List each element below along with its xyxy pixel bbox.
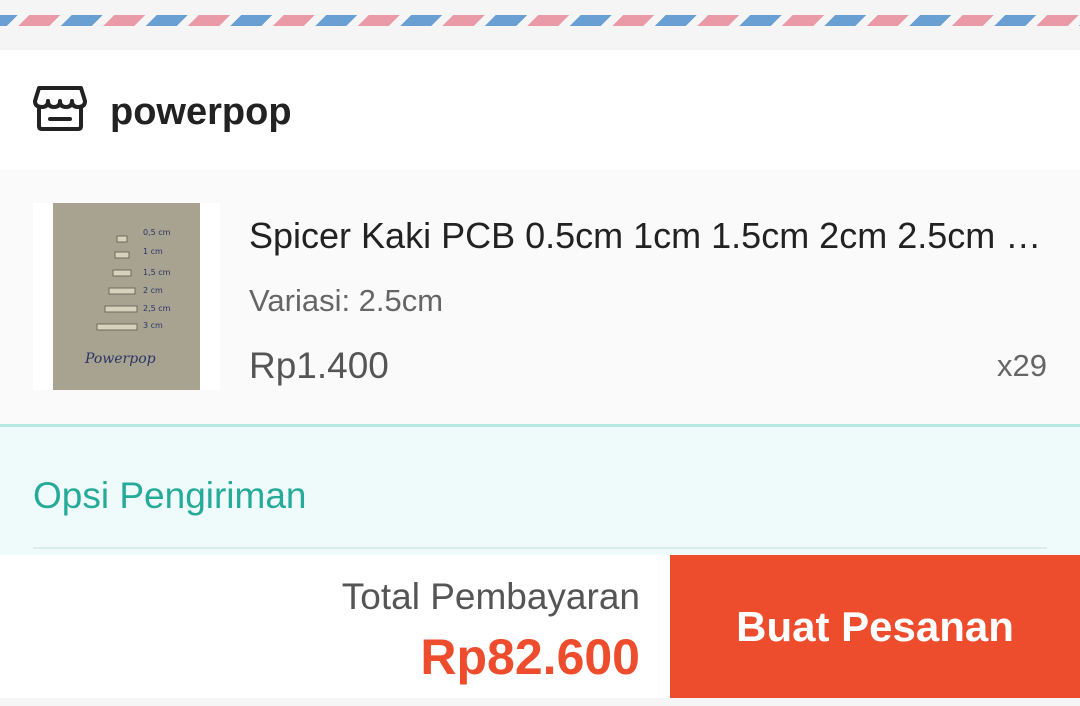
image-label-4: 2,5 cm — [143, 304, 171, 313]
product-variant: Variasi: 2.5cm — [249, 283, 444, 318]
product-title: Spicer Kaki PCB 0.5cm 1cm 1.5cm 2cm 2.5c… — [249, 215, 1049, 256]
image-label-0: 0,5 cm — [143, 228, 171, 237]
image-label-2: 1,5 cm — [143, 268, 171, 277]
shipping-section[interactable]: Opsi Pengiriman — [0, 424, 1080, 562]
product-item[interactable]: 0,5 cm 1 cm 1,5 cm 2 cm 2,5 cm 3 cm Powe… — [0, 170, 1080, 424]
image-label-3: 2 cm — [143, 286, 163, 295]
shop-icon — [33, 85, 87, 131]
product-quantity: x29 — [997, 348, 1047, 383]
total-payment-label: Total Pembayaran — [341, 576, 640, 617]
image-label-1: 1 cm — [143, 247, 163, 256]
divider — [33, 547, 1047, 549]
image-label-5: 3 cm — [143, 321, 163, 330]
address-border — [0, 0, 1080, 48]
shop-name[interactable]: powerpop — [110, 90, 292, 134]
shop-header[interactable]: powerpop — [0, 50, 1080, 170]
airmail-stripe-decoration — [0, 15, 1080, 26]
product-image: 0,5 cm 1 cm 1,5 cm 2 cm 2,5 cm 3 cm Powe… — [33, 203, 220, 390]
checkout-bar: Total Pembayaran Rp82.600 Buat Pesanan — [0, 555, 1080, 706]
shipping-options-label[interactable]: Opsi Pengiriman — [33, 474, 307, 518]
place-order-button[interactable]: Buat Pesanan — [670, 555, 1080, 698]
total-payment: Total Pembayaran Rp82.600 — [0, 555, 670, 698]
total-payment-amount: Rp82.600 — [420, 629, 640, 685]
product-price: Rp1.400 — [249, 345, 389, 386]
image-caption: Powerpop — [84, 351, 156, 367]
